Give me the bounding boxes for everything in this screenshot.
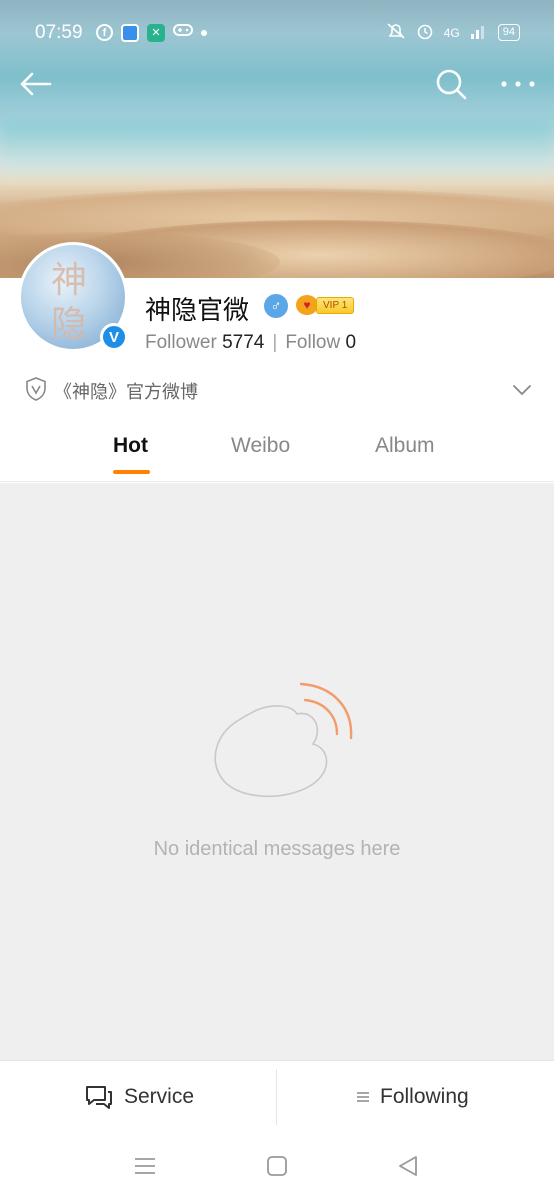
signal-icon bbox=[470, 22, 488, 43]
network-label: 4G bbox=[443, 25, 460, 40]
male-gender-icon: ♂ bbox=[264, 294, 288, 318]
empty-state-message: No identical messages here bbox=[153, 838, 401, 860]
app-icon bbox=[121, 23, 139, 42]
following-label: Following bbox=[380, 1085, 469, 1108]
service-label: Service bbox=[124, 1085, 195, 1108]
system-navigation-bar bbox=[0, 1132, 554, 1200]
profile-description-row[interactable]: 《神隐》官方微博 bbox=[24, 372, 534, 408]
tab-weibo[interactable]: Weibo bbox=[231, 434, 290, 458]
bottom-action-bar: Service Following bbox=[0, 1060, 554, 1132]
status-bar: 07:59 f ✕ 4G 94 bbox=[0, 0, 554, 66]
follow-count: 0 bbox=[345, 332, 357, 353]
menu-icon[interactable] bbox=[133, 1154, 157, 1178]
crown-icon: ♥ bbox=[296, 295, 318, 315]
back-button[interactable] bbox=[16, 64, 56, 104]
arrow-left-icon bbox=[20, 72, 52, 96]
home-square-icon[interactable] bbox=[265, 1154, 289, 1178]
profile-description: 《神隐》官方微博 bbox=[54, 382, 198, 402]
chevron-down-icon[interactable] bbox=[510, 378, 534, 402]
profile-tabs: Hot Weibo Album bbox=[0, 420, 554, 482]
back-triangle-icon[interactable] bbox=[396, 1154, 420, 1178]
more-button[interactable] bbox=[498, 64, 538, 104]
notification-dot-icon bbox=[201, 29, 207, 36]
search-icon bbox=[436, 69, 467, 100]
status-time: 07:59 bbox=[35, 22, 83, 43]
following-button[interactable]: Following bbox=[356, 1061, 469, 1133]
alarm-icon bbox=[416, 22, 434, 43]
tab-hot[interactable]: Hot bbox=[113, 434, 148, 458]
search-button[interactable] bbox=[432, 64, 470, 104]
service-button[interactable]: Service bbox=[84, 1061, 194, 1133]
profile-name: 神隐官微 bbox=[145, 295, 250, 325]
verified-shield-icon bbox=[24, 376, 48, 402]
active-tab-indicator bbox=[113, 470, 150, 474]
app-icon: ✕ bbox=[147, 23, 165, 42]
vip-label: VIP 1 bbox=[316, 296, 355, 314]
chat-bubbles-icon bbox=[84, 1084, 114, 1110]
follower-link[interactable]: Follower 5774 bbox=[145, 332, 264, 353]
menu-lines-icon bbox=[356, 1090, 370, 1104]
gamepad-icon bbox=[173, 22, 193, 43]
more-icon bbox=[501, 81, 535, 87]
facebook-icon: f bbox=[96, 24, 113, 41]
profile-stats: Follower 5774 | Follow 0 bbox=[145, 332, 357, 353]
mute-icon bbox=[386, 22, 406, 43]
verified-badge-icon: V bbox=[100, 323, 128, 351]
action-divider bbox=[276, 1069, 277, 1125]
tab-album[interactable]: Album bbox=[375, 434, 435, 458]
follower-count: 5774 bbox=[222, 332, 265, 353]
follow-link[interactable]: Follow 0 bbox=[285, 332, 356, 353]
vip-badge[interactable]: ♥ VIP 1 bbox=[296, 294, 355, 316]
weibo-logo-empty-icon bbox=[205, 680, 355, 805]
battery-icon: 94 bbox=[497, 24, 520, 41]
